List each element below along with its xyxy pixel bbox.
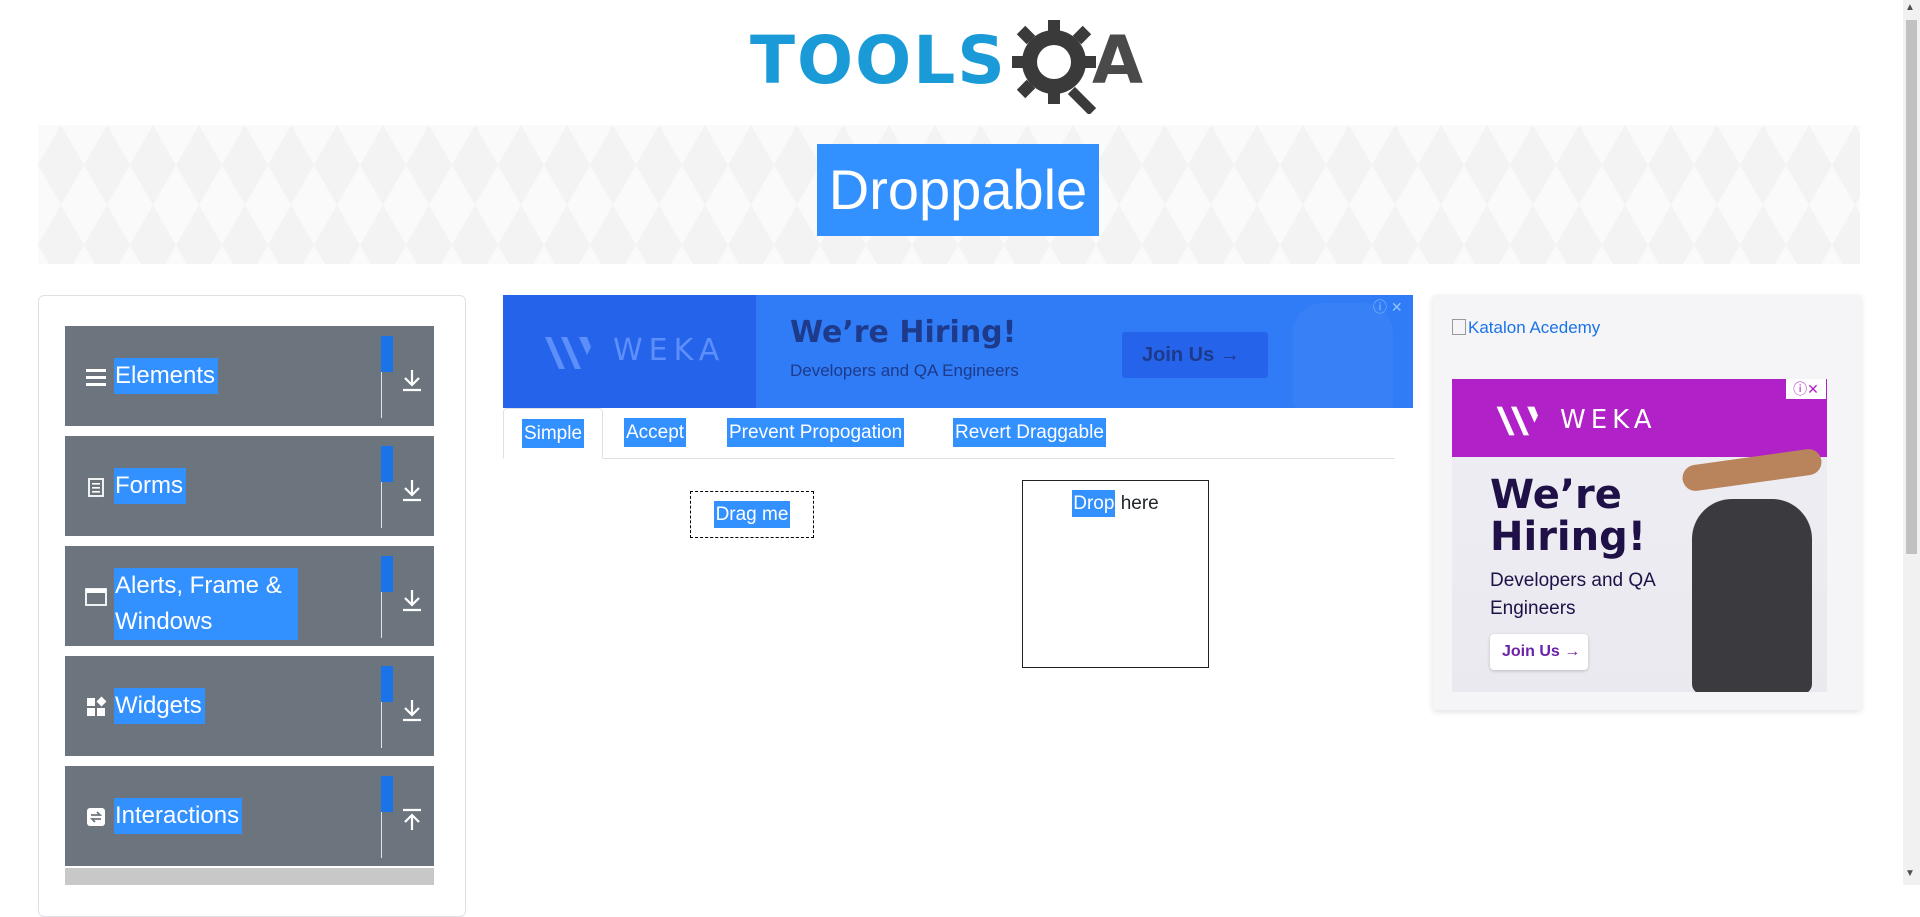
backpack-image: [1293, 303, 1393, 408]
scroll-down-arrow-icon[interactable]: ▼: [1905, 868, 1915, 879]
nav-group-forms[interactable]: Forms: [65, 436, 434, 536]
ad-join-button[interactable]: Join Us →: [1490, 634, 1588, 670]
nav-group-marker: [381, 556, 393, 592]
droppable-label-rest: here: [1115, 493, 1159, 514]
ad-info-close-icon[interactable]: ⓘ ✕: [1373, 297, 1403, 317]
droppable-tabs: Simple Accept Prevent Propogation Revert…: [503, 408, 1395, 459]
weka-logo-icon: [545, 337, 591, 369]
draggable-label: Drag me: [713, 501, 791, 528]
broken-image-icon: [1452, 319, 1466, 335]
download-arrow-icon[interactable]: [401, 478, 423, 502]
ad-headline: We’re Hiring!: [1490, 472, 1646, 560]
ad-brand: WEKA: [1560, 405, 1657, 435]
nav-group-interactions[interactable]: Interactions: [65, 766, 434, 866]
divider: [381, 702, 382, 748]
divider: [381, 372, 382, 418]
logo-text: TOOLS: [750, 22, 1007, 99]
nav-group-label: Forms: [114, 468, 186, 504]
widgets-icon: [87, 696, 107, 716]
tab-simple[interactable]: Simple: [503, 408, 603, 459]
top-advertisement[interactable]: WEKA We’re Hiring! Developers and QA Eng…: [503, 295, 1413, 408]
arrow-right-icon: →: [1219, 344, 1240, 366]
tab-revert-draggable[interactable]: Revert Draggable: [953, 408, 1106, 458]
ad-headline: We’re Hiring!: [790, 315, 1017, 350]
logo-suffix: A: [1092, 22, 1144, 99]
tab-label: Prevent Propogation: [727, 418, 905, 447]
nav-group-next[interactable]: [65, 868, 434, 885]
nav-group-marker: [381, 776, 393, 812]
tab-label: Accept: [624, 418, 687, 447]
nav-group-label: Interactions: [114, 798, 243, 834]
weka-logo-icon: [1496, 406, 1538, 436]
backpack-image: [1692, 499, 1812, 692]
nav-group-alerts-frame-windows[interactable]: Alerts, Frame & Windows: [65, 546, 434, 646]
tab-label: Simple: [521, 419, 585, 448]
nav-group-label: Widgets: [114, 688, 205, 724]
scrollbar-thumb[interactable]: [1906, 20, 1917, 554]
hamburger-icon: [86, 369, 106, 386]
upload-arrow-icon[interactable]: [401, 808, 423, 832]
interactions-icon: [87, 808, 105, 826]
tab-label: Revert Draggable: [953, 418, 1106, 447]
download-arrow-icon[interactable]: [401, 368, 423, 392]
nav-group-marker: [381, 336, 393, 372]
droppable-box[interactable]: Drop here: [1022, 480, 1209, 668]
draggable-box[interactable]: Drag me: [690, 491, 814, 538]
divider: [381, 482, 382, 528]
gear-q-icon: [1012, 20, 1097, 114]
toolsqa-logo[interactable]: TOOLS A: [750, 18, 1152, 114]
download-arrow-icon[interactable]: [401, 588, 423, 612]
katalon-link-text: Katalon Acedemy: [1468, 318, 1601, 337]
nav-group-marker: [381, 446, 393, 482]
ad-subline: Developers and QA Engineers: [1490, 570, 1655, 619]
window-icon: [85, 588, 107, 606]
tab-prevent-propogation[interactable]: Prevent Propogation: [727, 408, 905, 458]
nav-group-label: Alerts, Frame & Windows: [114, 568, 298, 640]
nav-group-elements[interactable]: Elements: [65, 326, 434, 426]
scroll-up-arrow-icon[interactable]: ▲: [1905, 2, 1915, 13]
tab-accept[interactable]: Accept: [624, 408, 687, 458]
divider: [381, 812, 382, 858]
nav-group-label: Elements: [114, 358, 219, 394]
divider: [381, 592, 382, 638]
ad-button-label: Join Us: [1142, 344, 1215, 366]
ad-brand: WEKA: [613, 333, 726, 368]
ad-join-button[interactable]: Join Us →: [1122, 332, 1268, 378]
page-title: Droppable: [817, 144, 1099, 236]
ad-info-close-icon[interactable]: ⓘ✕: [1786, 379, 1826, 399]
nav-group-marker: [381, 666, 393, 702]
document-icon: [88, 478, 104, 497]
ad-subline: Developers and QA Engineers: [790, 361, 1019, 380]
right-advertisement[interactable]: WEKA We’re Hiring! Developers and QA Eng…: [1452, 379, 1827, 692]
droppable-label-selected: Drop: [1072, 490, 1116, 517]
katalon-academy-link[interactable]: Katalon Acedemy: [1452, 318, 1600, 338]
nav-group-widgets[interactable]: Widgets: [65, 656, 434, 756]
download-arrow-icon[interactable]: [401, 698, 423, 722]
